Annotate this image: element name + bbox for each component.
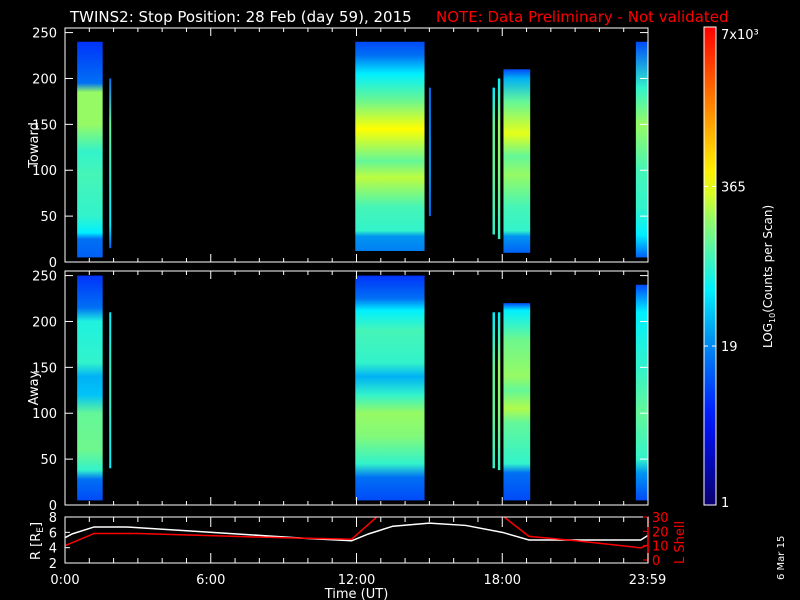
spectrogram-segment xyxy=(635,284,648,501)
lshell-line xyxy=(65,517,378,547)
colorbar-tick-label: 1 xyxy=(721,496,729,511)
y-axis-label: R [RE] xyxy=(29,522,46,560)
y-label-main: R [R xyxy=(29,533,44,560)
panel-away: 050100150200250Away xyxy=(27,270,649,514)
y-tick-label: 100 xyxy=(32,407,57,422)
spectrogram-segment xyxy=(109,78,112,249)
colorbar-bar xyxy=(703,26,717,506)
y-tick-label: 50 xyxy=(40,210,57,225)
spectrogram-segment xyxy=(503,303,531,501)
y-tick-label: 6 xyxy=(49,526,57,541)
y2-axis-label: L Shell xyxy=(673,521,688,564)
y2-tick-label: 0 xyxy=(652,554,660,569)
spectrogram-segment xyxy=(635,41,648,258)
y-axis-label: Toward xyxy=(27,122,42,169)
y-tick-label: 250 xyxy=(32,27,57,42)
spectrogram-segment xyxy=(77,275,103,501)
spectrogram-segment xyxy=(355,41,425,251)
y2-tick-label: 30 xyxy=(652,511,669,526)
y-axis-label: Away xyxy=(27,370,42,405)
twins-spectrogram-figure: TWINS2: Stop Position: 28 Feb (day 59), … xyxy=(27,8,787,600)
spectrogram-segment xyxy=(428,87,431,217)
y2-tick-label: 20 xyxy=(652,525,669,540)
colorbar-label-sub: 10 xyxy=(768,313,777,323)
spectrogram-segment xyxy=(109,312,112,469)
y-tick-label: 8 xyxy=(49,511,57,526)
date-stamp: 6 Mar 15 xyxy=(776,536,787,580)
y-tick-label: 50 xyxy=(40,453,57,468)
x-tick-label: 12:00 xyxy=(338,573,375,588)
panel-toward: 050100150200250Toward xyxy=(27,27,649,271)
spectrogram-segment xyxy=(497,78,501,240)
spectrogram-segment xyxy=(497,312,501,471)
colorbar-label: LOG10(Counts per Scan) xyxy=(761,205,777,348)
panel-ephemeris: 2468 0102030 0:00 6:00 12:00 18:00 23:59 Time (… xyxy=(29,511,688,600)
x-tick-label: 0:00 xyxy=(50,573,79,588)
colorbar: 1 19 365 7x10³ LOG10(Counts per Scan) xyxy=(703,26,777,511)
x-axis-label: Time (UT) xyxy=(324,587,389,600)
colorbar-tick-label: 7x10³ xyxy=(721,28,759,43)
y-tick-label: 200 xyxy=(32,315,57,330)
spectrogram-segment xyxy=(492,312,495,469)
y-tick-label: 250 xyxy=(32,270,57,285)
x-tick-label: 18:00 xyxy=(484,573,521,588)
preliminary-note: NOTE: Data Preliminary - Not validated xyxy=(436,8,729,26)
y-label-close: ] xyxy=(29,522,44,527)
spectrogram-segment xyxy=(355,275,425,501)
spectrogram-segment xyxy=(492,87,495,235)
y-tick-label: 4 xyxy=(49,542,57,557)
colorbar-label-main: LOG xyxy=(761,323,775,348)
colorbar-tick-label: 19 xyxy=(721,340,738,355)
y-tick-label: 2 xyxy=(49,557,57,572)
spectrogram-segment xyxy=(77,41,103,258)
spectrogram-segment xyxy=(503,69,531,253)
y-tick-label: 200 xyxy=(32,72,57,87)
plot-title: TWINS2: Stop Position: 28 Feb (day 59), … xyxy=(69,8,412,26)
colorbar-label-rest: (Counts per Scan) xyxy=(761,205,775,313)
y2-tick-label: 10 xyxy=(652,540,669,555)
x-tick-label: 6:00 xyxy=(196,573,225,588)
colorbar-tick-label: 365 xyxy=(721,180,746,195)
x-tick-label: 23:59 xyxy=(629,573,666,588)
